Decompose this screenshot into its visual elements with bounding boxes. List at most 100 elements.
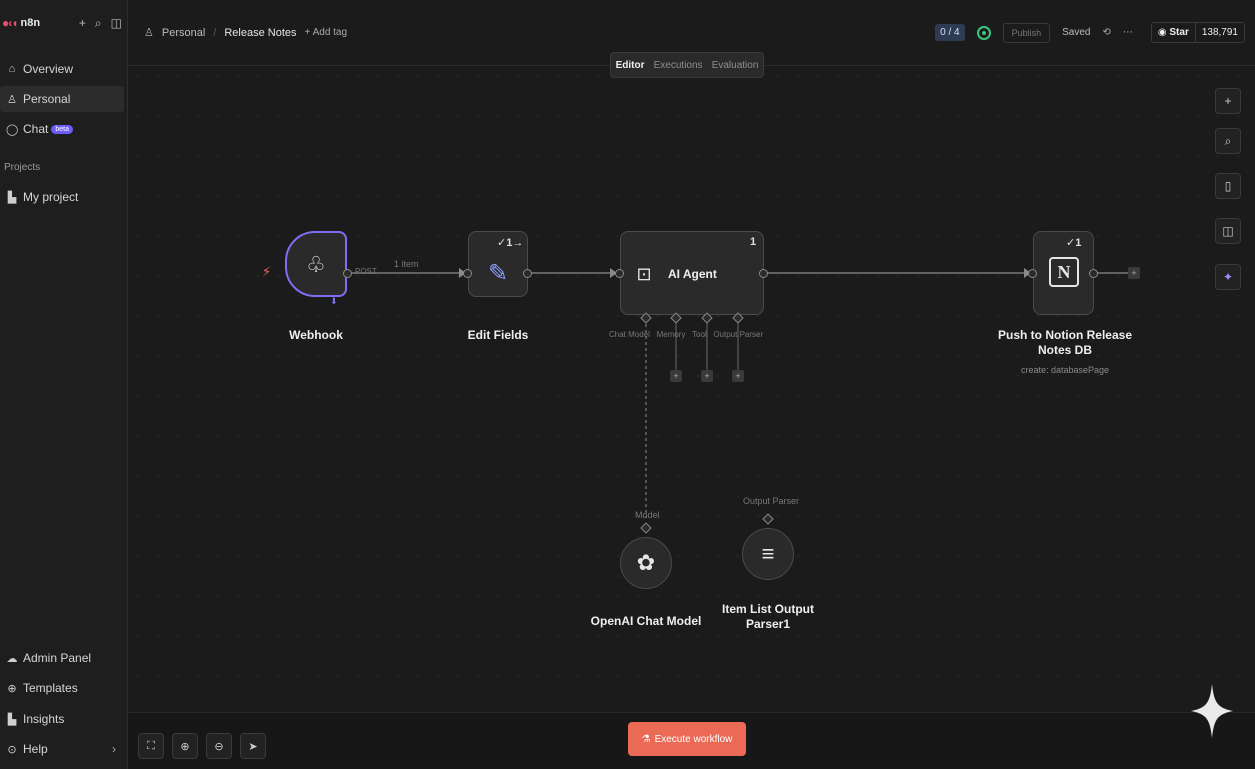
robot-icon: ⊡ xyxy=(636,263,652,284)
zoom-out-button[interactable]: ⊖ xyxy=(206,733,232,759)
add-memory-button[interactable]: + xyxy=(670,370,682,382)
add-parser-button[interactable]: + xyxy=(732,370,744,382)
notion-node-subtitle: create: databasePage xyxy=(1020,365,1110,375)
node-counter[interactable]: 0 / 4 xyxy=(935,24,965,41)
search-icon: ⌕ xyxy=(1224,133,1232,148)
webhook-output-port[interactable] xyxy=(343,269,352,278)
projects-section-label: Projects xyxy=(4,162,41,173)
search-nodes-button[interactable]: ⌕ xyxy=(1215,128,1241,154)
execute-workflow-label: Execute workflow xyxy=(654,733,733,745)
github-star-count: 138,791 xyxy=(1201,27,1238,38)
panel-icon: ◫ xyxy=(1222,224,1234,238)
n8n-logo[interactable]: ●‹◖ n8n xyxy=(2,16,40,30)
model-port-label: Model xyxy=(635,510,660,520)
chart-icon: ▙ xyxy=(7,713,17,726)
sidebar-item-label: My project xyxy=(23,190,79,204)
pencil-icon: ✎ xyxy=(487,259,509,287)
logo-text: n8n xyxy=(20,17,41,29)
agent-output-port[interactable] xyxy=(759,269,768,278)
sticky-note-button[interactable]: ▯ xyxy=(1215,173,1241,199)
notion-run-count: ✓1 xyxy=(1066,237,1082,249)
webhook-icon: ♧ xyxy=(306,252,326,277)
search-icon[interactable]: ⌕ xyxy=(95,16,102,31)
fit-view-icon: ⛶ xyxy=(147,739,155,752)
github-star-button[interactable]: ◉ Star 138,791 xyxy=(1150,22,1245,43)
sidebar-item-admin-panel[interactable]: ☁ Admin Panel xyxy=(0,645,124,671)
github-icon: ◉ xyxy=(1157,27,1167,38)
zoom-in-button[interactable]: ⊕ xyxy=(172,733,198,759)
agent-input-port[interactable] xyxy=(615,269,624,278)
sidebar-item-label: Admin Panel xyxy=(23,651,92,665)
editfields-input-port[interactable] xyxy=(463,269,472,278)
add-tag-button[interactable]: + Add tag xyxy=(305,27,348,38)
sidebar-item-label: Chat xyxy=(23,122,49,136)
more-options-icon[interactable]: ⋯ xyxy=(1123,27,1133,38)
sidebar-item-overview[interactable]: ⌂ Overview xyxy=(0,56,124,82)
logo-icon: ●‹◖ xyxy=(2,16,18,30)
fit-view-button[interactable]: ⛶ xyxy=(138,733,164,759)
header-actions: 0 / 4 Publish Saved ⟲ ⋯ ◉ Star 138,791 xyxy=(935,22,1245,43)
arrow-icon: → xyxy=(512,237,524,249)
notion-icon: N xyxy=(1049,257,1079,287)
flask-icon: ⚗ xyxy=(641,733,651,745)
notion-output-port[interactable] xyxy=(1089,269,1098,278)
execute-workflow-button[interactable]: ⚗ Execute workflow xyxy=(628,722,746,756)
add-icon[interactable]: + xyxy=(79,16,86,31)
chart-icon: ▙ xyxy=(7,191,17,204)
editfields-run-count: ✓1→ xyxy=(497,237,524,249)
github-star-label: Star xyxy=(1169,27,1189,38)
chevron-right-icon: › xyxy=(112,742,116,756)
sidebar-item-my-project[interactable]: ▙ My project xyxy=(0,184,124,210)
editfields-output-port[interactable] xyxy=(523,269,532,278)
notion-input-port[interactable] xyxy=(1028,269,1037,278)
check-icon: ✓ xyxy=(497,237,507,249)
tab-executions[interactable]: Executions xyxy=(654,60,703,71)
zoom-out-icon: ⊖ xyxy=(214,740,224,753)
add-node-button[interactable]: + xyxy=(1215,88,1241,114)
list-icon: ≡ xyxy=(761,541,775,566)
sparkle-icon: ✦ xyxy=(1222,270,1234,284)
pin-icon: ⬇ xyxy=(330,296,338,306)
tab-editor[interactable]: Editor xyxy=(616,60,645,71)
publish-button[interactable]: Publish xyxy=(1002,22,1051,43)
zoom-in-icon: ⊕ xyxy=(180,740,190,753)
trigger-bolt-icon: ⚡ xyxy=(262,264,272,279)
sidebar-item-label: Insights xyxy=(23,712,65,726)
openai-icon: ✿ xyxy=(636,550,656,575)
sidebar-item-personal[interactable]: ♙ Personal xyxy=(0,86,124,112)
tab-evaluation[interactable]: Evaluation xyxy=(712,60,759,71)
ai-assistant-button[interactable]: ✦ xyxy=(1215,264,1241,290)
sidebar-item-chat[interactable]: ◯ Chat beta xyxy=(0,116,124,142)
sidebar-item-templates[interactable]: ⊕ Templates xyxy=(0,675,124,701)
sidebar-header: ●‹◖ n8n + ⌕ ◫ xyxy=(0,10,128,36)
collapse-sidebar-icon[interactable]: ◫ xyxy=(111,16,122,31)
agent-run-count: 1 xyxy=(750,236,757,248)
sidebar-item-label: Templates xyxy=(23,681,78,695)
note-icon: ▯ xyxy=(1224,179,1232,193)
select-tool-button[interactable]: ➤ xyxy=(240,733,266,759)
breadcrumb: ♙ Personal / Release Notes + Add tag xyxy=(144,26,348,40)
view-tabs: Editor Executions Evaluation xyxy=(610,52,764,78)
sidebar-item-insights[interactable]: ▙ Insights xyxy=(0,706,124,732)
sidebar-item-label: Help xyxy=(23,742,48,756)
active-toggle-icon[interactable] xyxy=(976,25,991,40)
sidebar-item-help[interactable]: ⊙ Help › xyxy=(0,736,124,762)
notion-node-label: Push to Notion Release Notes DB xyxy=(997,328,1133,357)
parser-port-label: Output Parser xyxy=(743,496,800,506)
workflow-name[interactable]: Release Notes xyxy=(224,27,296,39)
sidebar-item-label: Personal xyxy=(23,92,71,106)
add-tool-button[interactable]: + xyxy=(701,370,713,382)
sidebar: ●‹◖ n8n + ⌕ ◫ ⌂ Overview ♙ Personal ◯ Ch… xyxy=(0,0,128,769)
saved-status: Saved xyxy=(1062,27,1091,38)
chat-icon: ◯ xyxy=(6,123,19,136)
add-next-node-button[interactable]: + xyxy=(1128,267,1140,279)
canvas-controls: ⛶ ⊕ ⊖ ➤ ⚗ Execute workflow xyxy=(128,712,1255,769)
user-icon: ♙ xyxy=(144,27,154,39)
webhook-node-label: Webhook xyxy=(289,328,343,342)
history-icon[interactable]: ⟲ xyxy=(1102,27,1110,38)
toggle-panel-button[interactable]: ◫ xyxy=(1215,218,1241,244)
ai-agent-node-label: AI Agent xyxy=(668,267,717,281)
edge-item-count: 1 item xyxy=(394,259,419,269)
cursor-icon: ➤ xyxy=(248,740,258,753)
breadcrumb-owner[interactable]: Personal xyxy=(162,27,205,39)
